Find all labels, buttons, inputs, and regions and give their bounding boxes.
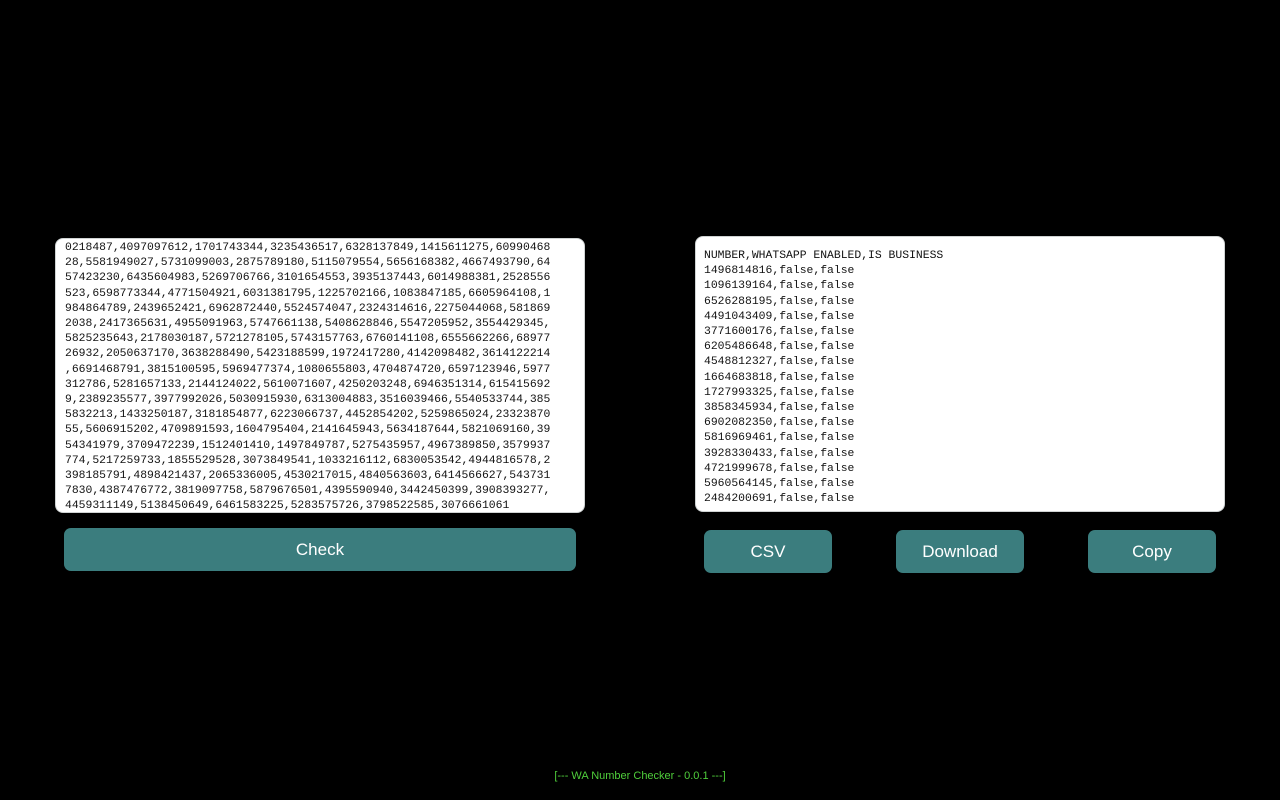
results-output-textarea[interactable]: NUMBER,WHATSAPP ENABLED,IS BUSINESS 1496…: [695, 236, 1225, 512]
numbers-input-text: 0218487,4097097612,1701743344,3235436517…: [65, 242, 551, 513]
check-button[interactable]: Check: [64, 528, 576, 571]
csv-button[interactable]: CSV: [704, 530, 832, 573]
app-version-footer: [--- WA Number Checker - 0.0.1 ---]: [554, 770, 726, 782]
results-output-text: NUMBER,WHATSAPP ENABLED,IS BUSINESS 1496…: [704, 250, 944, 506]
copy-button[interactable]: Copy: [1088, 530, 1216, 573]
download-button[interactable]: Download: [896, 530, 1024, 573]
numbers-input-textarea[interactable]: 0218487,4097097612,1701743344,3235436517…: [55, 238, 585, 513]
